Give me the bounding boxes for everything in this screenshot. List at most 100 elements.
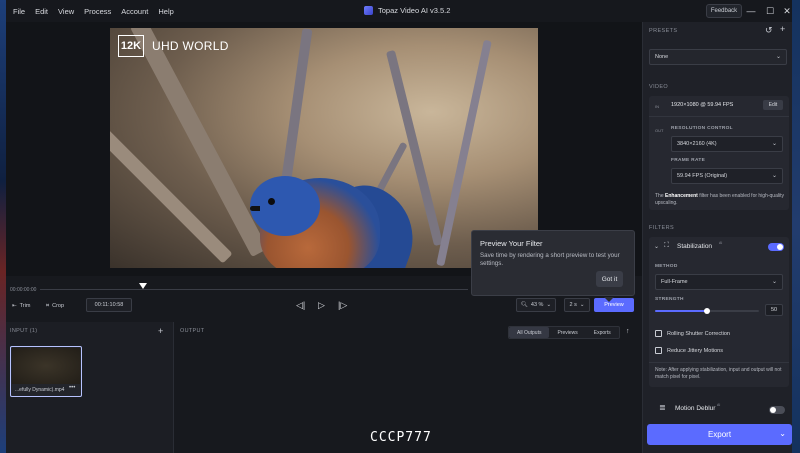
zoom-value: 43 %: [530, 302, 544, 308]
frame-rate-label: FRAME RATE: [671, 158, 706, 163]
zoom-icon: 🔍︎: [520, 302, 528, 308]
strength-input[interactable]: 50: [765, 304, 783, 316]
tab-previews[interactable]: Previews: [549, 327, 585, 338]
preview-button[interactable]: Preview: [594, 298, 634, 312]
input-clip-card[interactable]: ...efully Dynamic).mp4 •••: [10, 346, 82, 397]
video-label: VIDEO: [649, 84, 669, 90]
chevron-down-icon[interactable]: ⌄: [654, 243, 659, 250]
edit-button[interactable]: Edit: [763, 100, 783, 110]
playhead[interactable]: [138, 283, 147, 289]
crop-label: Crop: [52, 303, 65, 309]
play-icon[interactable]: ▷: [318, 300, 325, 311]
input-resolution: 1920×1080 @ 59.94 FPS: [671, 102, 734, 108]
add-input-icon[interactable]: +: [158, 326, 163, 336]
video-settings-card: IN 1920×1080 @ 59.94 FPS Edit OUT RESOLU…: [649, 96, 789, 210]
uhd-brand-text: UHD WORLD: [152, 39, 229, 53]
resolution-value: 3840×2160 (4K): [677, 141, 717, 147]
strength-slider-knob[interactable]: [704, 308, 710, 314]
menu-help[interactable]: Help: [153, 7, 178, 16]
bird-head: [250, 176, 320, 236]
divider: [649, 116, 789, 117]
stabilization-card: ⌄ ⛶ Stabilization AI METHOD Full-Frame ⌄…: [649, 237, 789, 387]
chevron-down-icon: ⌄: [771, 173, 777, 179]
stabilization-icon: ⛶: [664, 242, 669, 249]
preset-value: None: [655, 54, 669, 60]
export-button[interactable]: Export ⌄: [647, 424, 792, 445]
got-it-button[interactable]: Got it: [596, 271, 623, 287]
stabilization-note: Note: After applying stabilization, inpu…: [655, 367, 782, 380]
filters-label: FILTERS: [649, 225, 675, 231]
chevron-down-icon: ⌄: [775, 54, 781, 60]
menu-process[interactable]: Process: [79, 7, 116, 16]
watermark-text: CCCP777: [370, 430, 432, 445]
chevron-down-icon: ⌄: [771, 279, 777, 285]
jittery-checkbox[interactable]: [655, 347, 662, 354]
strength-slider-fill: [655, 310, 707, 312]
output-panel: OUTPUT All Outputs Previews Exports ↑ CC…: [174, 322, 642, 453]
more-options-icon[interactable]: •••: [69, 385, 75, 391]
timecode-field[interactable]: 00:11:10:58: [86, 298, 132, 312]
menu-view[interactable]: View: [53, 7, 79, 16]
frame-rate-value: 59.94 FPS (Original): [677, 173, 728, 179]
input-panel-title: INPUT (1): [10, 328, 38, 334]
topaz-logo-icon: [364, 6, 373, 15]
method-select[interactable]: Full-Frame ⌄: [655, 274, 783, 290]
reset-icon[interactable]: ↺: [765, 25, 773, 36]
note-prefix: The: [655, 193, 666, 199]
menu-account[interactable]: Account: [116, 7, 153, 16]
right-sidebar: PRESETS ↺ + None ⌄ VIDEO IN 1920×1080 @ …: [642, 22, 792, 453]
tab-all-outputs[interactable]: All Outputs: [509, 327, 550, 338]
title-bar: File Edit View Process Account Help Topa…: [6, 0, 792, 22]
output-panel-title: OUTPUT: [180, 328, 205, 334]
feedback-button[interactable]: Feedback: [706, 4, 742, 18]
tooltip-body: Save time by rendering a short preview t…: [480, 252, 620, 267]
step-forward-icon[interactable]: |▷: [338, 300, 347, 311]
clip-file-name: ...efully Dynamic).mp4: [15, 387, 65, 393]
clip-thumbnail: [12, 348, 80, 384]
divider: [649, 362, 789, 363]
motion-deblur-toggle[interactable]: [769, 406, 785, 414]
add-preset-icon[interactable]: +: [780, 24, 785, 34]
menu-edit[interactable]: Edit: [30, 7, 53, 16]
enhancement-note: The Enhancement filter has been enabled …: [655, 193, 785, 207]
chevron-down-icon: ⌄: [771, 141, 777, 147]
trim-button[interactable]: ⇤ Trim: [12, 300, 30, 312]
timeline-track[interactable]: [40, 289, 468, 290]
preview-length-select[interactable]: 2 s ⌄: [564, 298, 590, 312]
crop-icon: ⌗: [46, 302, 50, 309]
ai-badge: AI: [719, 241, 723, 245]
stabilization-label: Stabilization: [677, 243, 713, 250]
resolution-select[interactable]: 3840×2160 (4K) ⌄: [671, 136, 783, 152]
minimize-icon[interactable]: —: [742, 4, 760, 18]
strength-label: STRENGTH: [655, 297, 684, 302]
method-value: Full-Frame: [661, 279, 688, 285]
tab-exports[interactable]: Exports: [586, 327, 619, 338]
trim-label: Trim: [19, 303, 31, 309]
export-label: Export: [707, 430, 732, 439]
preview-tooltip: Preview Your Filter Save time by renderi…: [471, 230, 635, 302]
close-icon[interactable]: ✕: [778, 4, 796, 18]
uhd-logo-icon: 12K: [118, 35, 144, 57]
step-back-icon[interactable]: ◁|: [296, 300, 305, 311]
preview-length-value: 2 s: [569, 302, 577, 308]
sort-icon[interactable]: ↑: [626, 328, 630, 335]
rolling-shutter-checkbox[interactable]: [655, 330, 662, 337]
note-bold: Enhancement: [665, 193, 698, 199]
stabilization-toggle[interactable]: [768, 243, 784, 251]
trim-icon: ⇤: [12, 303, 17, 309]
app-title-text: Topaz Video AI v3.5.2: [378, 6, 451, 15]
menu-file[interactable]: File: [8, 7, 30, 16]
in-tag: IN: [655, 104, 659, 109]
tooltip-arrow: [604, 297, 614, 302]
method-label: METHOD: [655, 264, 678, 269]
desktop-right-edge: [792, 0, 800, 453]
maximize-icon[interactable]: ☐: [761, 4, 779, 18]
app-title: Topaz Video AI v3.5.2: [364, 6, 450, 15]
zoom-select[interactable]: 🔍︎ 43 % ⌄: [516, 298, 556, 312]
rolling-shutter-label: Rolling Shutter Correction: [667, 331, 730, 337]
preset-select[interactable]: None ⌄: [649, 49, 787, 65]
ai-badge: AI: [717, 403, 721, 407]
frame-rate-select[interactable]: 59.94 FPS (Original) ⌄: [671, 168, 783, 184]
crop-button[interactable]: ⌗ Crop: [46, 300, 64, 312]
chevron-down-icon[interactable]: ⌄: [779, 429, 786, 438]
